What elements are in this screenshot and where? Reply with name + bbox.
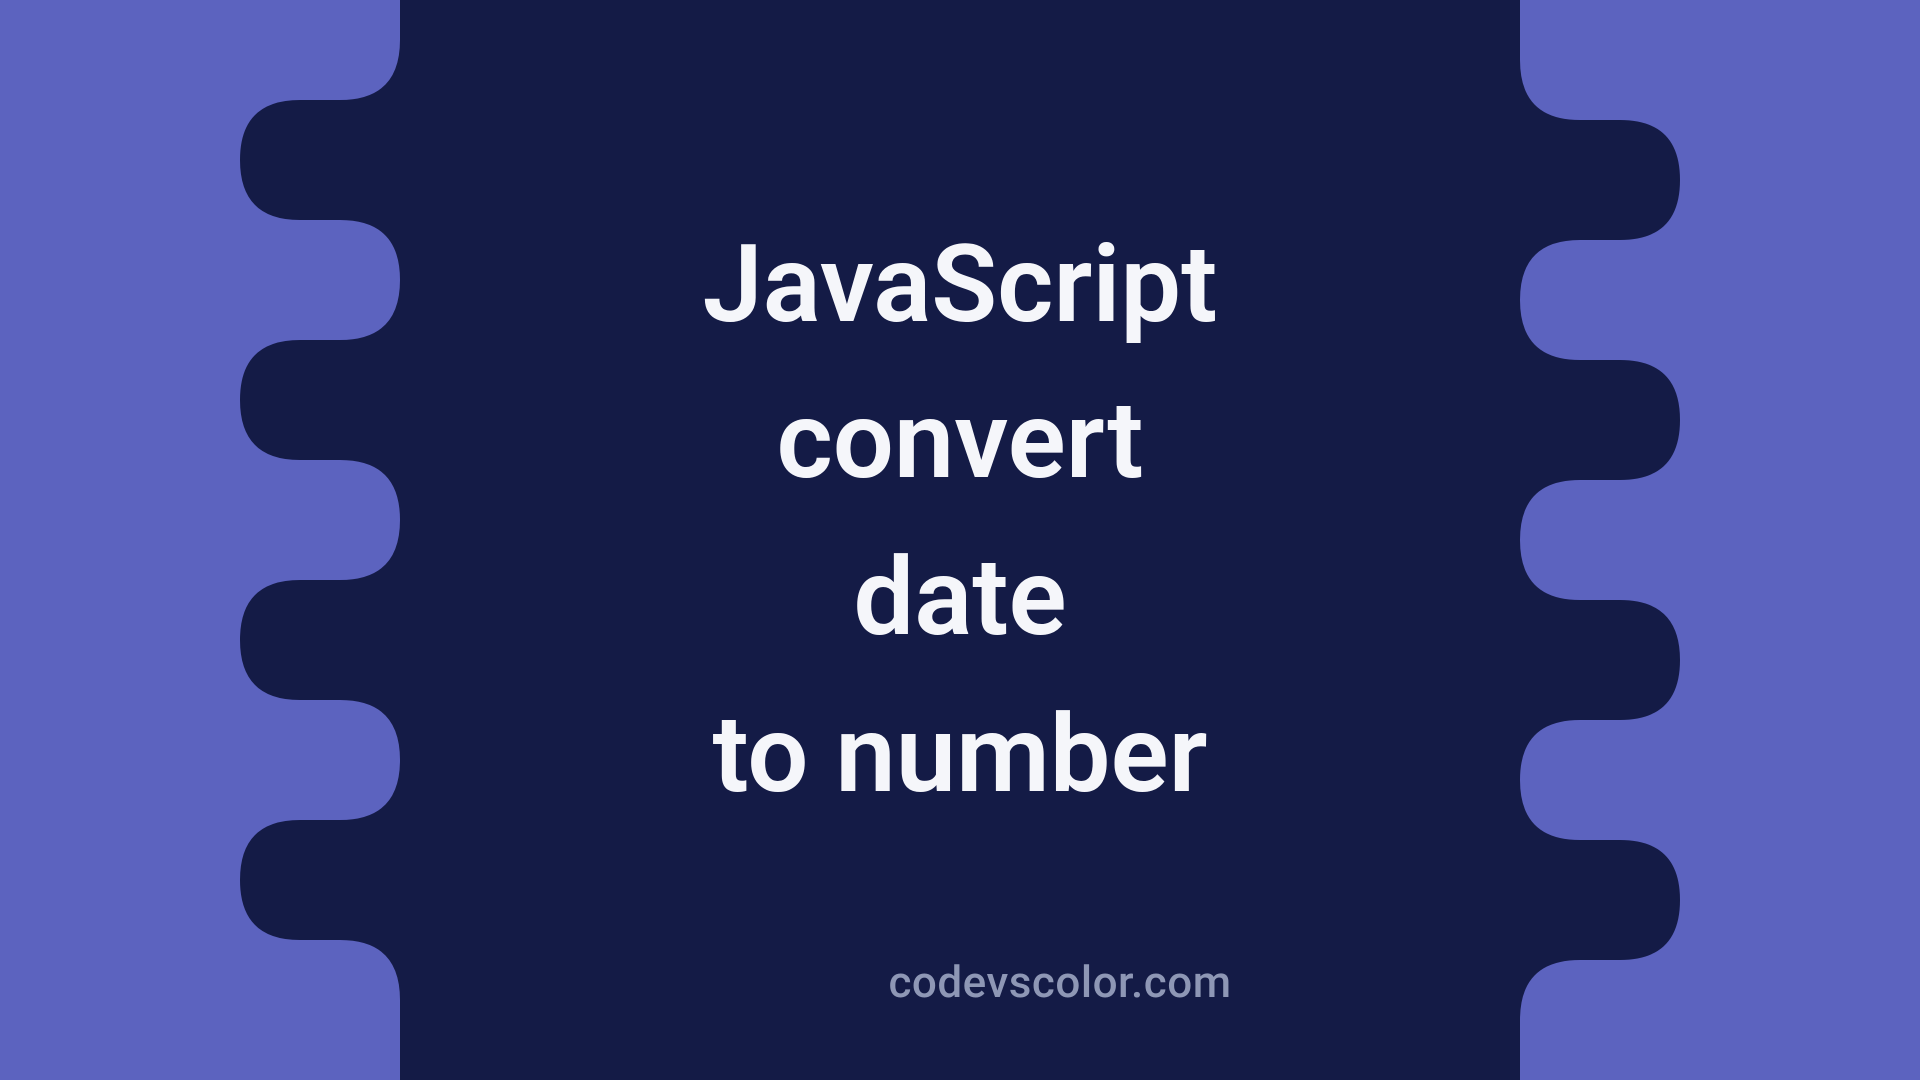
attribution-text: codevscolor.com [0,956,1920,1008]
title-line-4: to number [703,677,1218,834]
title-line-2: convert [703,363,1218,520]
title-line-1: JavaScript [703,207,1218,364]
title-line-3: date [703,520,1218,677]
main-title: JavaScript convert date to number [703,207,1218,833]
content-area: JavaScript convert date to number [0,0,1920,1080]
